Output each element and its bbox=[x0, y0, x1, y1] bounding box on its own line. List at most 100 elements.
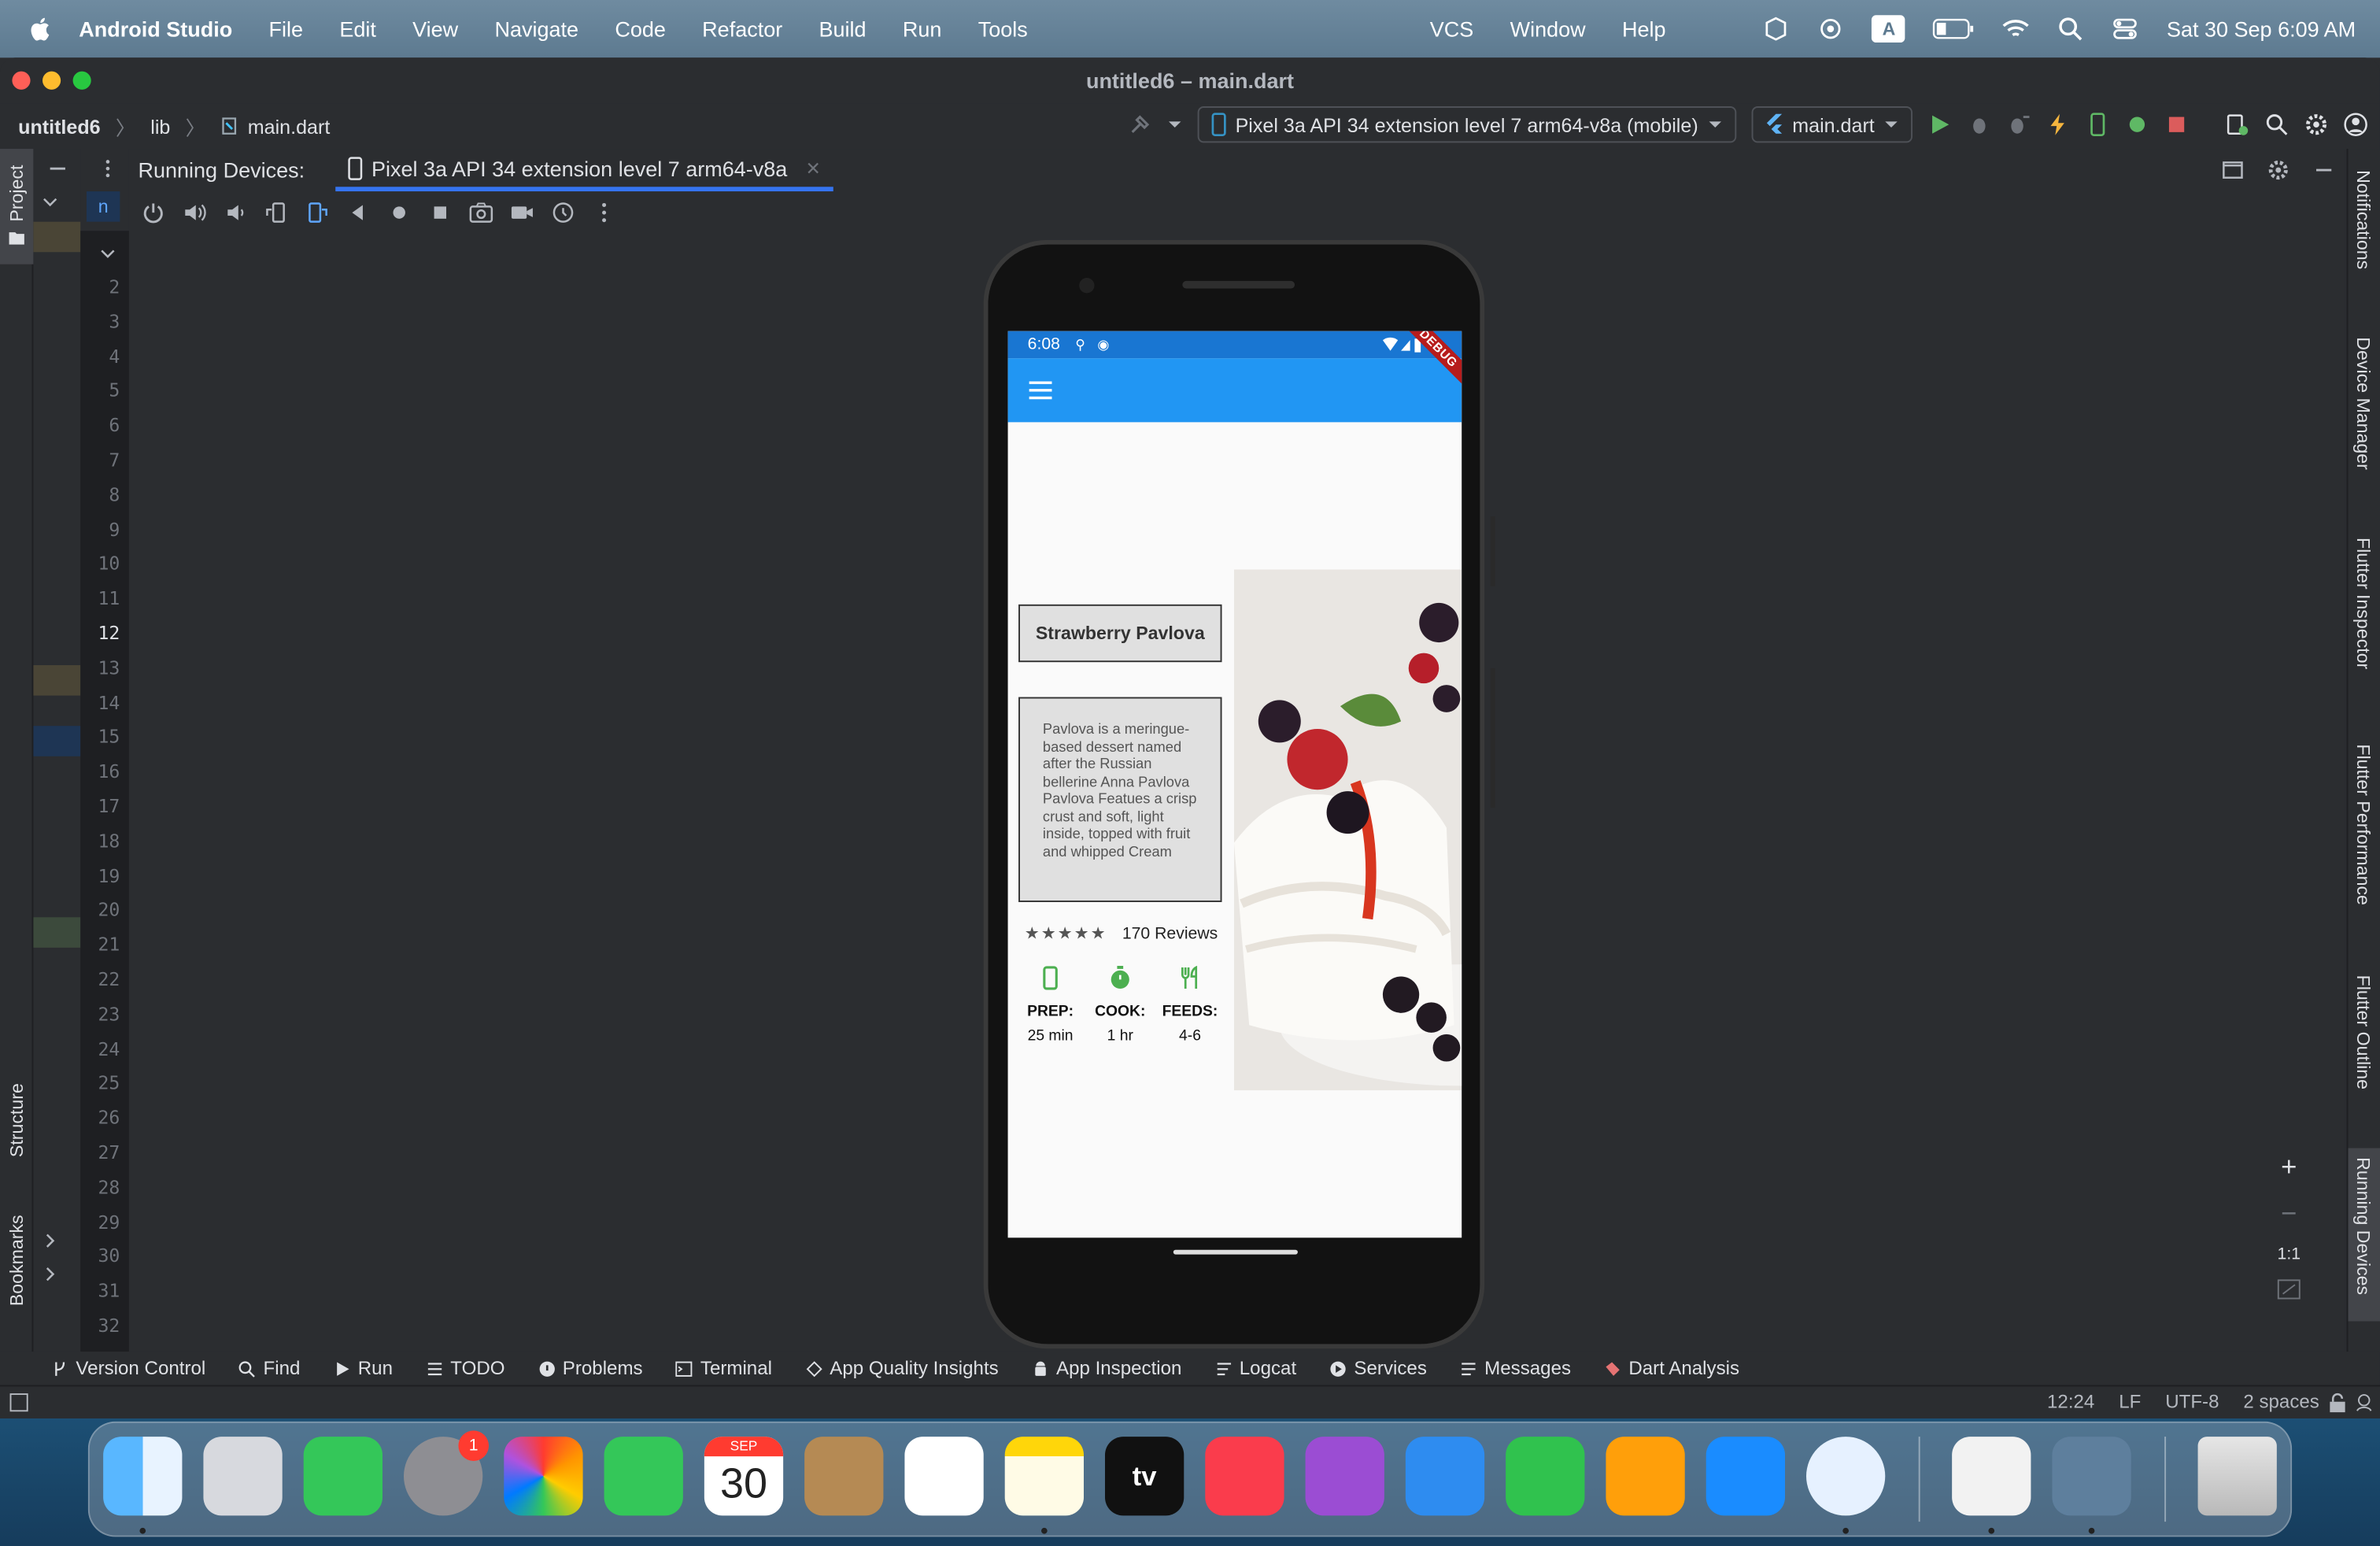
line-number[interactable]: 2 bbox=[109, 276, 120, 298]
line-number[interactable]: 5 bbox=[109, 380, 120, 401]
file-encoding[interactable]: UTF-8 bbox=[2165, 1391, 2219, 1412]
settings-gear-icon[interactable] bbox=[2266, 158, 2290, 183]
minimize-panel-icon[interactable] bbox=[47, 158, 68, 179]
line-number[interactable]: 4 bbox=[109, 346, 120, 367]
services-tool-button[interactable]: Services bbox=[1330, 1358, 1427, 1379]
back-icon[interactable] bbox=[346, 201, 371, 225]
menu-vcs[interactable]: VCS bbox=[1430, 17, 1474, 41]
screenshot-icon[interactable] bbox=[469, 201, 493, 225]
menu-view[interactable]: View bbox=[412, 17, 458, 41]
flutter-outline-tool-button[interactable]: Flutter Outline bbox=[2352, 975, 2374, 1089]
actual-size-button[interactable]: 1:1 bbox=[2278, 1245, 2301, 1263]
lock-icon[interactable] bbox=[2328, 1393, 2346, 1413]
line-number[interactable]: 8 bbox=[109, 484, 120, 505]
gesture-home-bar[interactable] bbox=[1173, 1249, 1298, 1255]
notifications-tool-button[interactable]: Notifications bbox=[2352, 170, 2374, 269]
terminal-tool-button[interactable]: Terminal bbox=[676, 1358, 772, 1379]
device-manager-tool-button[interactable]: Device Manager bbox=[2352, 337, 2374, 470]
snapshot-reset-icon[interactable] bbox=[551, 201, 575, 225]
line-number[interactable]: 13 bbox=[98, 657, 120, 679]
caret-position[interactable]: 12:24 bbox=[2047, 1391, 2094, 1412]
zoom-out-button[interactable]: − bbox=[2281, 1198, 2297, 1230]
apply-changes-icon[interactable] bbox=[2086, 113, 2110, 137]
line-number[interactable]: 6 bbox=[109, 415, 120, 436]
line-number[interactable]: 20 bbox=[98, 900, 120, 921]
more-options-icon[interactable] bbox=[592, 201, 616, 225]
line-number[interactable]: 27 bbox=[98, 1142, 120, 1163]
podcasts-icon[interactable] bbox=[1305, 1437, 1384, 1516]
find-tool-button[interactable]: Find bbox=[239, 1358, 300, 1379]
device-tab[interactable]: Pixel 3a API 34 extension level 7 arm64-… bbox=[334, 149, 833, 192]
structure-tool-button[interactable]: Structure bbox=[6, 1083, 28, 1157]
maximize-icon[interactable] bbox=[2220, 158, 2245, 183]
keynote-icon[interactable] bbox=[1405, 1437, 1485, 1516]
app-menu[interactable]: Android Studio bbox=[79, 17, 232, 41]
device-selector[interactable]: Pixel 3a API 34 extension level 7 arm64-… bbox=[1197, 106, 1736, 143]
minimize-panel-icon[interactable] bbox=[2312, 158, 2336, 183]
line-separator[interactable]: LF bbox=[2119, 1391, 2141, 1412]
calendar-icon[interactable]: SEP 30 bbox=[704, 1437, 784, 1516]
app-inspection-icon[interactable] bbox=[2125, 113, 2149, 137]
indent-setting[interactable]: 2 spaces bbox=[2243, 1391, 2319, 1412]
record-screen-icon[interactable] bbox=[510, 201, 534, 225]
apple-tv-icon[interactable]: tv bbox=[1104, 1437, 1184, 1516]
account-avatar-icon[interactable] bbox=[2344, 113, 2368, 137]
menu-code[interactable]: Code bbox=[615, 17, 666, 41]
menu-edit[interactable]: Edit bbox=[339, 17, 376, 41]
collapsed-editor-tab[interactable]: n bbox=[86, 191, 120, 222]
spotlight-search-icon[interactable] bbox=[2057, 17, 2085, 41]
emulator-screen[interactable]: 6:08 ⚲ ◉ DEBUG Strawberry Pavlova Pavlov… bbox=[1007, 331, 1462, 1238]
chevron-down-icon[interactable] bbox=[42, 194, 57, 209]
input-source-indicator[interactable]: A bbox=[1872, 15, 1906, 43]
problems-tool-button[interactable]: Problems bbox=[538, 1358, 643, 1379]
android-studio-icon[interactable] bbox=[1952, 1437, 2031, 1516]
numbers-icon[interactable] bbox=[1506, 1437, 1585, 1516]
line-number[interactable]: 25 bbox=[98, 1073, 120, 1094]
music-icon[interactable] bbox=[1205, 1437, 1284, 1516]
bookmarks-tool-button[interactable]: Bookmarks bbox=[6, 1215, 28, 1306]
line-number[interactable]: 22 bbox=[98, 969, 120, 990]
contacts-icon[interactable] bbox=[804, 1437, 884, 1516]
device-manager-icon[interactable] bbox=[2225, 113, 2249, 137]
finder-icon[interactable] bbox=[103, 1437, 183, 1516]
run-tool-button[interactable]: Run bbox=[334, 1358, 393, 1379]
running-devices-tool-button[interactable]: Running Devices bbox=[2352, 1157, 2374, 1295]
flutter-performance-tool-button[interactable]: Flutter Performance bbox=[2352, 744, 2374, 905]
line-number[interactable]: 28 bbox=[98, 1177, 120, 1198]
menu-navigate[interactable]: Navigate bbox=[494, 17, 578, 41]
close-window-button[interactable] bbox=[12, 71, 31, 90]
dart-analysis-tool-button[interactable]: Dart Analysis bbox=[1604, 1358, 1739, 1379]
messages-tool-button[interactable]: Messages bbox=[1460, 1358, 1571, 1379]
todo-tool-button[interactable]: TODO bbox=[426, 1358, 504, 1379]
line-number[interactable]: 14 bbox=[98, 692, 120, 713]
menu-file[interactable]: File bbox=[269, 17, 304, 41]
project-tool-button[interactable]: Project bbox=[6, 165, 28, 222]
toggle-tool-windows-icon[interactable] bbox=[9, 1393, 29, 1412]
stop-icon[interactable] bbox=[2164, 113, 2189, 137]
chevron-right-icon[interactable] bbox=[42, 1267, 57, 1282]
hot-reload-icon[interactable] bbox=[2046, 113, 2071, 137]
menu-refactor[interactable]: Refactor bbox=[702, 17, 782, 41]
chevron-right-icon[interactable] bbox=[42, 1233, 57, 1248]
zoom-in-button[interactable]: + bbox=[2281, 1151, 2297, 1183]
control-center-icon[interactable] bbox=[2112, 17, 2140, 41]
trash-icon[interactable] bbox=[2197, 1437, 2277, 1516]
battery-icon[interactable] bbox=[1933, 17, 1975, 41]
line-number[interactable]: 26 bbox=[98, 1108, 120, 1129]
run-icon[interactable] bbox=[1927, 113, 1952, 137]
line-number[interactable]: 29 bbox=[98, 1211, 120, 1233]
line-number[interactable]: 3 bbox=[109, 311, 120, 332]
notes-icon[interactable] bbox=[1004, 1437, 1084, 1516]
menu-help[interactable]: Help bbox=[1622, 17, 1666, 41]
line-number[interactable]: 11 bbox=[98, 588, 120, 609]
apple-menu-icon[interactable] bbox=[28, 15, 55, 43]
volume-down-icon[interactable] bbox=[223, 201, 247, 225]
menu-window[interactable]: Window bbox=[1510, 17, 1586, 41]
line-number[interactable]: 18 bbox=[98, 830, 120, 852]
window-titlebar[interactable]: untitled6 – main.dart bbox=[0, 57, 2380, 104]
pages-icon[interactable] bbox=[1606, 1437, 1685, 1516]
hammer-icon[interactable] bbox=[1128, 113, 1152, 137]
line-number[interactable]: 16 bbox=[98, 761, 120, 782]
fit-screen-icon[interactable] bbox=[2277, 1278, 2301, 1300]
menu-tools[interactable]: Tools bbox=[978, 17, 1028, 41]
